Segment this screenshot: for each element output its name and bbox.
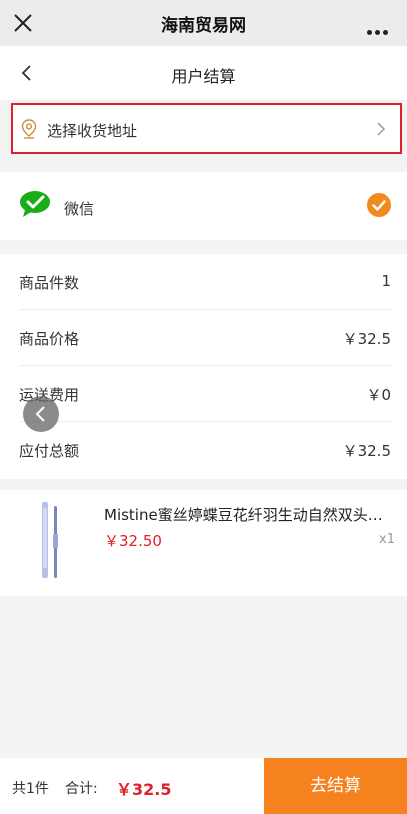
summary-label: 商品件数 — [19, 274, 80, 292]
chevron-left-icon — [35, 406, 45, 422]
product-thumbnail — [42, 502, 58, 578]
select-address-row[interactable]: 选择收货地址 — [11, 103, 402, 154]
summary-row-item-count: 商品件数 1 — [19, 254, 391, 310]
total-amount: ￥32.5 — [116, 780, 172, 799]
page-title: 用户结算 — [171, 67, 236, 86]
checkout-footer: 共1件 合计: ￥32.5 去结算 — [0, 758, 407, 814]
summary-label: 商品价格 — [19, 330, 80, 348]
summary-row-total-due: 应付总额 ￥32.5 — [19, 422, 391, 478]
summary-value: 1 — [381, 272, 391, 290]
selected-check-icon[interactable] — [367, 193, 391, 217]
product-item[interactable]: Mistine蜜丝婷蝶豆花纤羽生动自然双头眉笔 ￥32.50 x1 — [0, 490, 407, 596]
app-title: 海南贸易网 — [161, 16, 246, 36]
checkout-button[interactable]: 去结算 — [264, 758, 407, 814]
product-price: ￥32.50 — [104, 532, 162, 550]
more-dots-icon[interactable] — [367, 20, 391, 35]
wechat-icon — [20, 191, 50, 217]
product-name: Mistine蜜丝婷蝶豆花纤羽生动自然双头眉笔 — [104, 506, 394, 524]
payment-method-label: 微信 — [64, 200, 95, 218]
summary-value: ￥0 — [366, 386, 391, 404]
nav-bar: 用户结算 — [0, 46, 407, 100]
product-quantity: x1 — [379, 532, 395, 547]
location-pin-icon — [21, 119, 37, 139]
total-label: 合计: — [65, 781, 98, 797]
order-summary: 商品件数 1 商品价格 ￥32.5 运送费用 ￥0 应付总额 ￥32.5 — [0, 254, 407, 479]
top-bar: 海南贸易网 — [0, 0, 407, 46]
summary-row-goods-price: 商品价格 ￥32.5 — [19, 310, 391, 366]
address-label: 选择收货地址 — [47, 122, 138, 140]
summary-label: 应付总额 — [19, 442, 80, 460]
floating-back-button[interactable] — [23, 396, 59, 432]
payment-method-row[interactable]: 微信 — [0, 172, 407, 240]
summary-value: ￥32.5 — [342, 330, 391, 348]
item-count: 共1件 — [12, 781, 49, 797]
chevron-right-icon — [377, 122, 386, 136]
summary-value: ￥32.5 — [342, 442, 391, 460]
summary-row-shipping: 运送费用 ￥0 — [19, 366, 391, 422]
